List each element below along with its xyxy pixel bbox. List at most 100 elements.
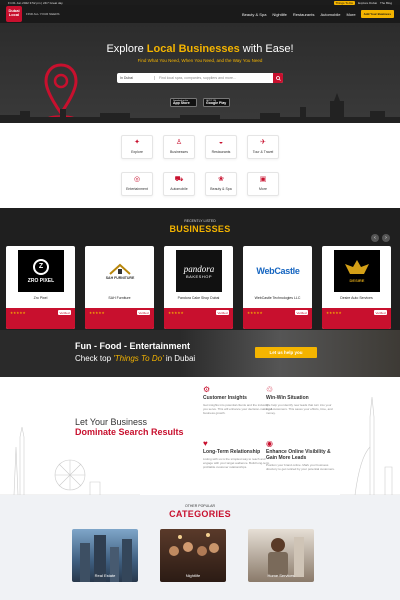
business-card-desire-auto[interactable]: DESIRE Desire Auto Services ★★★★★ Verifi… <box>322 246 391 329</box>
rating-stars: ★★★★★ <box>89 311 105 315</box>
top-link-blog[interactable]: The Blog <box>380 1 392 5</box>
carousel-controls: ‹ › <box>371 234 390 242</box>
category-grid: ✦ Explore ♙ Businesses ◒ Restaurants ✈ T… <box>0 123 400 208</box>
location-select[interactable]: In Dubai <box>117 76 155 80</box>
category-card-home-services[interactable]: Home Services <box>248 529 314 582</box>
site-logo[interactable]: Dubai Local <box>6 6 22 22</box>
category-entertainment[interactable]: ◎ Entertainment <box>121 172 153 196</box>
business-name: Zro Pixel <box>33 296 48 300</box>
spa-icon: ❀ <box>218 176 224 183</box>
category-businesses[interactable]: ♙ Businesses <box>163 135 195 159</box>
top-link-explore-dubai[interactable]: Explore Dubai <box>358 1 377 5</box>
zro-pixel-mark-icon: Z <box>33 258 49 275</box>
hero-subtitle: Find What You Need, When You Need, and t… <box>137 58 263 63</box>
business-card-footer: ★★★★★ Verified <box>322 308 391 329</box>
dubai-skyline-image <box>0 93 400 123</box>
sah-roof-icon <box>109 263 131 275</box>
section-kicker: RECENTLY LISTED <box>184 219 216 223</box>
carousel-prev-button[interactable]: ‹ <box>371 234 379 242</box>
rating-stars: ★★★★★ <box>168 311 184 315</box>
nav-menu: Beauty & Spa Nightlife Restaurants Autom… <box>242 12 356 17</box>
feature-title: Long-Term Relationship <box>203 449 261 455</box>
business-card-zro-pixel[interactable]: Z ZRO PIXEL Zro Pixel ★★★★★ Verified <box>6 246 75 329</box>
top-link-things-to-do[interactable]: Things To Do <box>333 0 356 5</box>
category-card-label: Home Services <box>267 573 295 578</box>
feature-customer-insights: ⚙ Customer Insights Get insights into po… <box>203 385 273 415</box>
business-card-footer: ★★★★★ Verified <box>85 308 154 329</box>
business-logo: pandora BAKESHOP <box>176 250 222 292</box>
benefits-heading-line1: Let Your Business <box>75 417 148 427</box>
verified-badge: Verified <box>294 310 308 315</box>
logo-text: ZRO PIXEL <box>27 277 55 284</box>
site-tagline: FIND ALL YOUR NEEDS <box>26 12 60 16</box>
search-bar: In Dubai Find local spas, companies, sup… <box>117 73 283 83</box>
rating-stars: ★★★★★ <box>10 311 26 315</box>
feature-win-win: ♲ Win-Win Situation We help you identify… <box>266 385 336 415</box>
top-bar-links: Things To Do Explore Dubai The Blog <box>333 0 392 5</box>
category-tour-travel[interactable]: ✈ Tour & Travel <box>247 135 279 159</box>
grid-icon: ▣ <box>259 176 267 183</box>
main-nav: Dubai Local FIND ALL YOUR NEEDS Beauty &… <box>0 5 400 23</box>
business-card-footer: ★★★★★ Verified <box>6 308 75 329</box>
category-label: Entertainment <box>126 187 148 191</box>
feature-description: Get insights into potential clients and … <box>203 403 273 415</box>
nav-item-restaurants[interactable]: Restaurants <box>293 12 315 17</box>
nav-item-nightlife[interactable]: Nightlife <box>272 12 286 17</box>
category-label: Businesses <box>170 150 188 154</box>
category-label: More <box>259 187 267 191</box>
feature-long-term: ♥ Long-Term Relationship Listing with us… <box>203 439 273 469</box>
feature-title: Enhance Online Visibility & Gain More Le… <box>266 449 331 461</box>
heart-icon: ♥ <box>203 439 208 448</box>
logo-text: SAH FURNITURE <box>105 275 135 280</box>
business-card-pandora-cake-shop[interactable]: pandora BAKESHOP Pandora Cake Shop Dubai… <box>164 246 233 329</box>
things-to-do-banner: Fun - Food - Entertainment Check top 'Th… <box>0 330 400 377</box>
film-icon: ◎ <box>133 176 141 183</box>
category-card-real-estate[interactable]: Real Estate <box>72 529 138 582</box>
category-label: Automobile <box>170 187 188 191</box>
feature-description: Position your brand online. Mark your bu… <box>266 463 335 471</box>
let-us-help-button[interactable]: Let us help you <box>255 347 317 358</box>
category-label: Restaurants <box>211 150 231 154</box>
business-logo: SAH FURNITURE <box>97 250 143 292</box>
business-name: Desire Auto Services <box>340 296 373 300</box>
plane-icon: ✈ <box>260 139 266 146</box>
insights-icon: ⚙ <box>203 385 211 394</box>
category-more[interactable]: ▣ More <box>247 172 279 196</box>
verified-badge: Verified <box>215 310 229 315</box>
person-icon: ♙ <box>175 139 183 146</box>
category-beauty-spa[interactable]: ❀ Beauty & Spa <box>205 172 237 196</box>
top-bar-date: Fri 01 Jun 2022 3:52 pm | 24/7 Great day <box>8 0 63 5</box>
category-explore[interactable]: ✦ Explore <box>121 135 153 159</box>
section-title: BUSINESSES <box>169 224 231 234</box>
nav-item-automobile[interactable]: Automobile <box>320 12 340 17</box>
search-button[interactable] <box>273 73 283 83</box>
business-name: Pandora Cake Shop Dubai <box>177 296 220 300</box>
recent-businesses-section: RECENTLY LISTED BUSINESSES ‹ › Z ZRO PIX… <box>0 208 400 330</box>
category-card-label: Real Estate <box>94 573 116 578</box>
search-input[interactable]: Find local spas, companies, suppliers an… <box>155 76 273 80</box>
category-automobile[interactable]: ⛟ Automobile <box>163 172 195 196</box>
hero-section: Explore Local Businesses with Ease! Find… <box>0 23 400 123</box>
business-card-webcastle[interactable]: WebCastle WebCastle Technologies LLC ★★★… <box>243 246 312 329</box>
category-card-nightlife[interactable]: Nightlife <box>160 529 226 582</box>
desire-crest-icon <box>345 260 369 274</box>
carousel-next-button[interactable]: › <box>382 234 390 242</box>
logo-text: DESIRE <box>349 278 365 283</box>
section-title: CATEGORIES <box>169 509 231 519</box>
car-icon: ⛟ <box>174 176 184 183</box>
city-line-art-image <box>0 426 140 495</box>
nav-item-beauty-spa[interactable]: Beauty & Spa <box>242 12 266 17</box>
business-card-footer: ★★★★★ Verified <box>243 308 312 329</box>
logo-text: WebCastle <box>256 266 300 276</box>
search-icon <box>275 75 281 81</box>
eye-icon: ◉ <box>266 439 273 448</box>
section-kicker: OTHER POPULAR <box>185 504 215 508</box>
benefits-section: Let Your Business Dominate Search Result… <box>0 377 400 495</box>
add-business-button[interactable]: Add Your Business <box>360 10 394 18</box>
nav-item-more[interactable]: More <box>346 12 355 17</box>
business-card-sah-furniture[interactable]: SAH FURNITURE SAH Furniture ★★★★★ Verifi… <box>85 246 154 329</box>
dish-icon: ◒ <box>218 139 224 146</box>
banner-headline: Fun - Food - Entertainment <box>75 341 190 351</box>
category-restaurants[interactable]: ◒ Restaurants <box>205 135 237 159</box>
rating-stars: ★★★★★ <box>247 311 263 315</box>
